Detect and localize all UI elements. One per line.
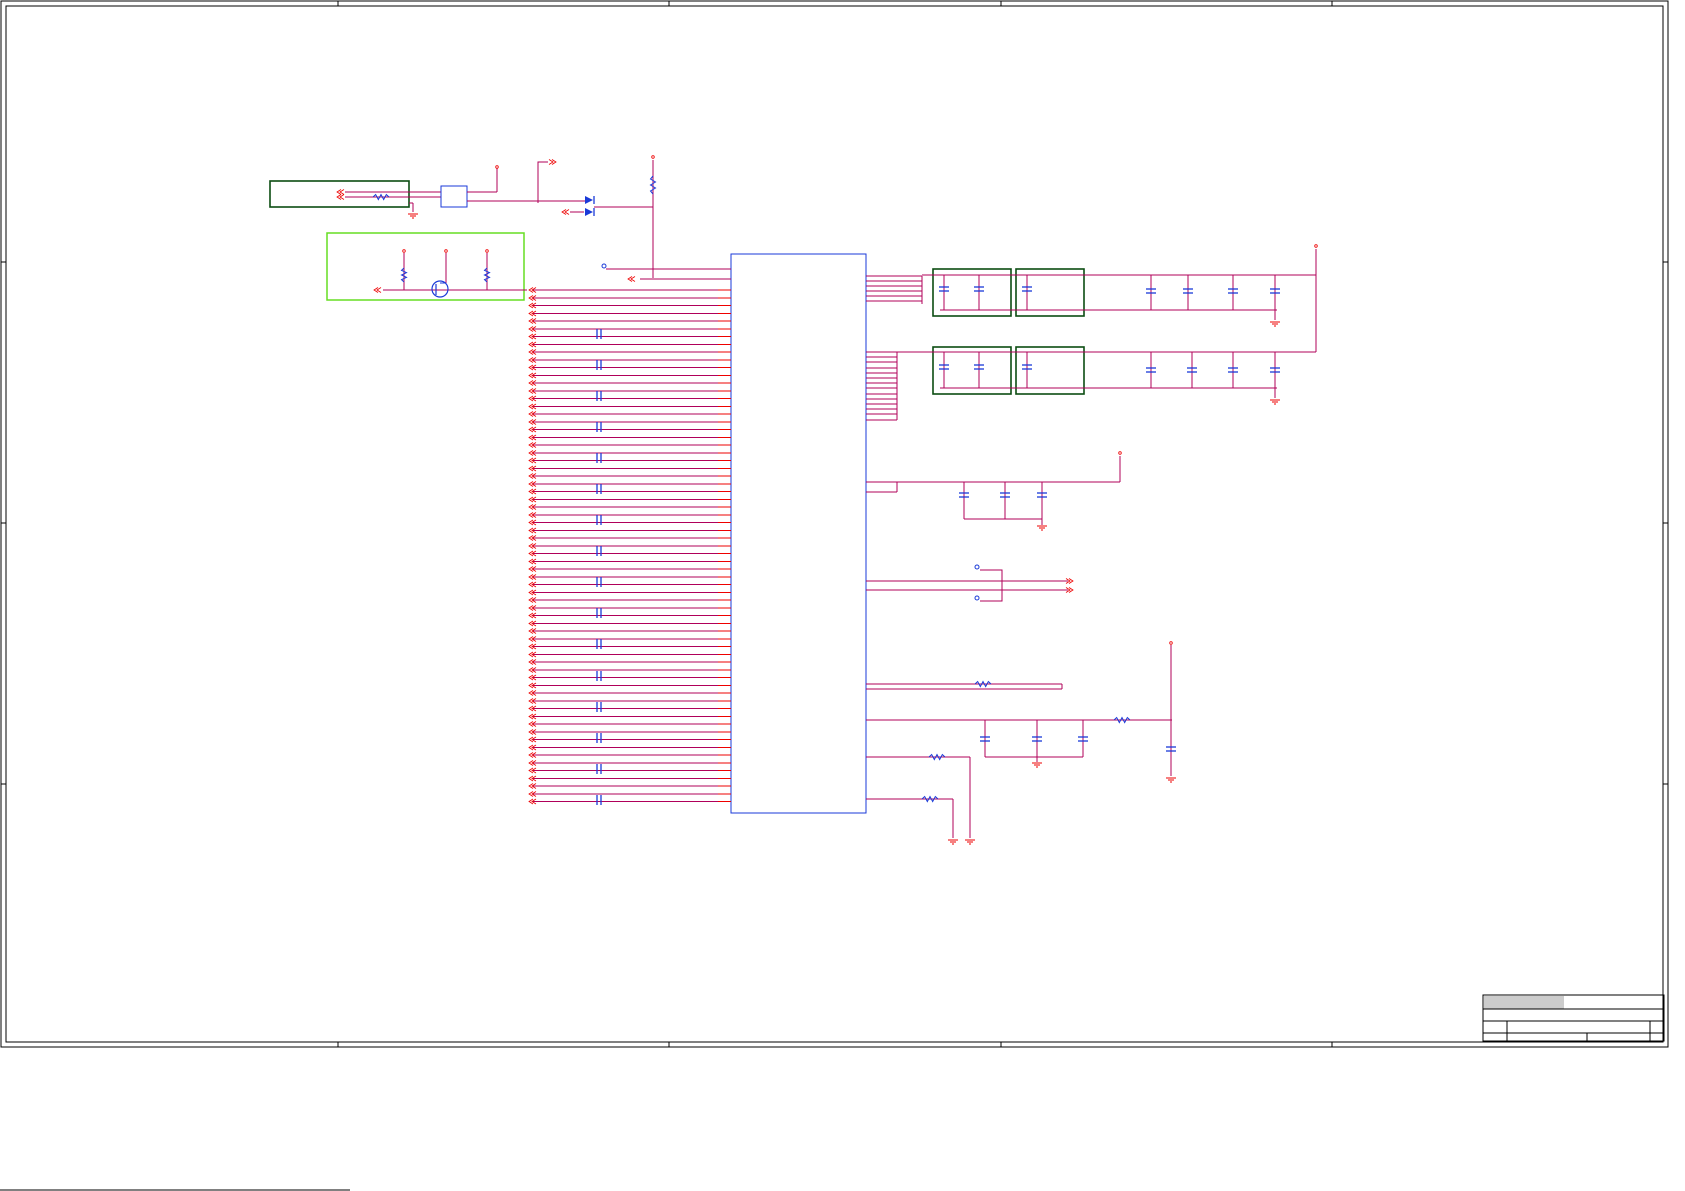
ground-symbol: [1032, 762, 1042, 768]
capacitor-symbol: [596, 453, 602, 463]
port-arrow-symbol: [376, 287, 382, 293]
port-arrow-symbol: [564, 209, 570, 215]
wire: [980, 569, 1003, 590]
capacitor-symbol: [596, 546, 602, 556]
capacitor-symbol: [596, 360, 602, 370]
ground-symbol: [948, 839, 958, 845]
capacitor-symbol: [596, 515, 602, 525]
inner-border: [5, 5, 1664, 1043]
power-port-symbol: [495, 165, 499, 169]
wire: [537, 161, 548, 203]
capacitor-symbol: [596, 671, 602, 681]
outer-border: [0, 0, 1669, 1048]
power-port-symbol: [1169, 641, 1173, 645]
decoupling-box: [932, 268, 1012, 317]
capacitor-symbol: [596, 702, 602, 712]
test-point-symbol: [974, 595, 980, 601]
capacitor-symbol: [596, 639, 602, 649]
capacitor-symbol: [596, 795, 602, 805]
diode-symbol: [585, 196, 593, 204]
ground-symbol: [408, 213, 418, 219]
ground-symbol: [965, 839, 975, 845]
wire: [980, 590, 1003, 602]
sheet-frame: [0, 0, 1669, 1191]
port-arrow-symbol: [339, 194, 345, 200]
capacitor-symbol: [596, 422, 602, 432]
port-arrow-symbol: [548, 159, 554, 165]
decoupling-box: [1015, 346, 1085, 395]
capacitor-symbol: [596, 391, 602, 401]
capacitor-symbol: [596, 764, 602, 774]
zone-ticks: [1, 1, 1668, 1047]
power-port-symbol: [651, 155, 655, 159]
schematic-circuit: [269, 155, 1318, 845]
diode-symbol: [585, 208, 593, 216]
ground-symbol: [1270, 399, 1280, 405]
power-port-symbol: [402, 249, 406, 253]
ground-symbol: [1037, 525, 1047, 531]
capacitor-symbol: [596, 733, 602, 743]
schematic-sheet: [0, 0, 1669, 1191]
power-port-symbol: [1314, 244, 1318, 248]
port-arrow-symbol: [339, 189, 345, 195]
title-block: [1482, 994, 1665, 1042]
ground-symbol: [1166, 777, 1176, 783]
test-point-symbol: [601, 263, 607, 269]
decoupling-box: [932, 346, 1012, 395]
regulator-ic-body: [440, 185, 468, 208]
power-port-symbol: [485, 249, 489, 253]
capacitor-symbol: [596, 577, 602, 587]
capacitor-symbol: [596, 484, 602, 494]
test-point-symbol: [974, 564, 980, 570]
power-port-symbol: [1118, 451, 1122, 455]
capacitor-symbol: [596, 608, 602, 618]
port-arrow-symbol: [630, 276, 636, 282]
decoupling-box: [1015, 268, 1085, 317]
main-ic-body: [730, 253, 867, 814]
title-block-logo-area: [1484, 996, 1564, 1009]
ground-symbol: [1270, 321, 1280, 327]
capacitor-symbol: [596, 329, 602, 339]
power-port-symbol: [444, 249, 448, 253]
